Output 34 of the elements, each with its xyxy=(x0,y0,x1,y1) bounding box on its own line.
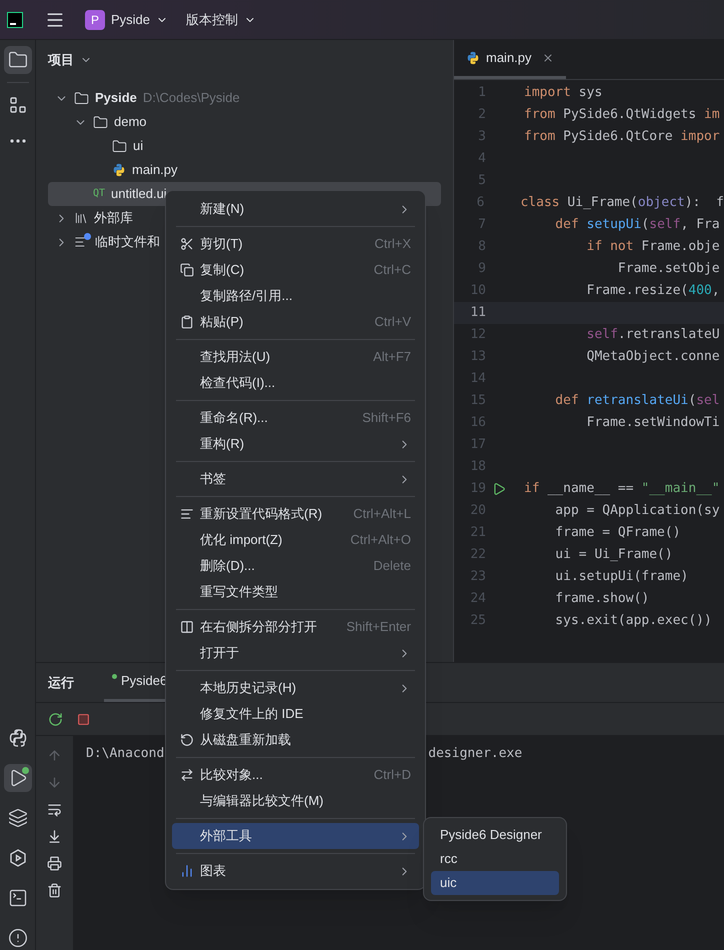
tree-label: Pyside xyxy=(95,89,137,108)
code-line: class Ui_Frame(object): f xyxy=(520,194,724,212)
tree-label: ui xyxy=(133,137,144,156)
code-line: self.retranslateU xyxy=(586,326,720,344)
code-line: Frame.setObje xyxy=(616,260,720,278)
console-output: D:\Anacond xyxy=(86,745,164,763)
tree-label: demo xyxy=(114,113,147,132)
tree-path: D:\Codes\Pyside xyxy=(142,89,240,108)
code-line: QMetaObject.conne xyxy=(586,348,720,366)
code-line: if not Frame.obje xyxy=(586,238,720,256)
tree-label: 临时文件和 xyxy=(95,233,160,252)
console-output: designer.exe xyxy=(428,745,522,763)
code-line: frame = QFrame() xyxy=(554,524,681,542)
code-line: app = QApplication(sy xyxy=(554,502,720,520)
code-line: def retranslateUi(sel xyxy=(554,392,720,410)
code-line: Frame.resize(400, xyxy=(586,282,720,300)
panel-title: 运行 xyxy=(48,674,74,692)
code-line: ui.setupUi(frame) xyxy=(554,568,688,586)
project-badge: P xyxy=(85,10,105,30)
tree-label: 外部库 xyxy=(94,209,133,228)
code-line: import sys xyxy=(524,84,602,102)
tree-label: untitled.ui xyxy=(111,185,167,204)
code-line: from PySide6.QtWidgets im xyxy=(524,106,720,124)
qt-file-icon: QT xyxy=(93,189,106,199)
panel-title: 项目 xyxy=(48,51,74,70)
code-line: Frame.setWindowTi xyxy=(586,414,720,432)
code-line: def setupUi(self, Fra xyxy=(554,216,720,234)
tree-label: main.py xyxy=(132,161,178,180)
code-line: if __name__ == "__main__" xyxy=(524,480,720,498)
line-number: 11 xyxy=(469,304,486,322)
code-line: sys.exit(app.exec()) xyxy=(554,612,712,630)
code-line: ui = Ui_Frame() xyxy=(554,546,673,564)
code-line: from PySide6.QtCore impor xyxy=(524,128,720,146)
code-line: frame.show() xyxy=(554,590,650,608)
